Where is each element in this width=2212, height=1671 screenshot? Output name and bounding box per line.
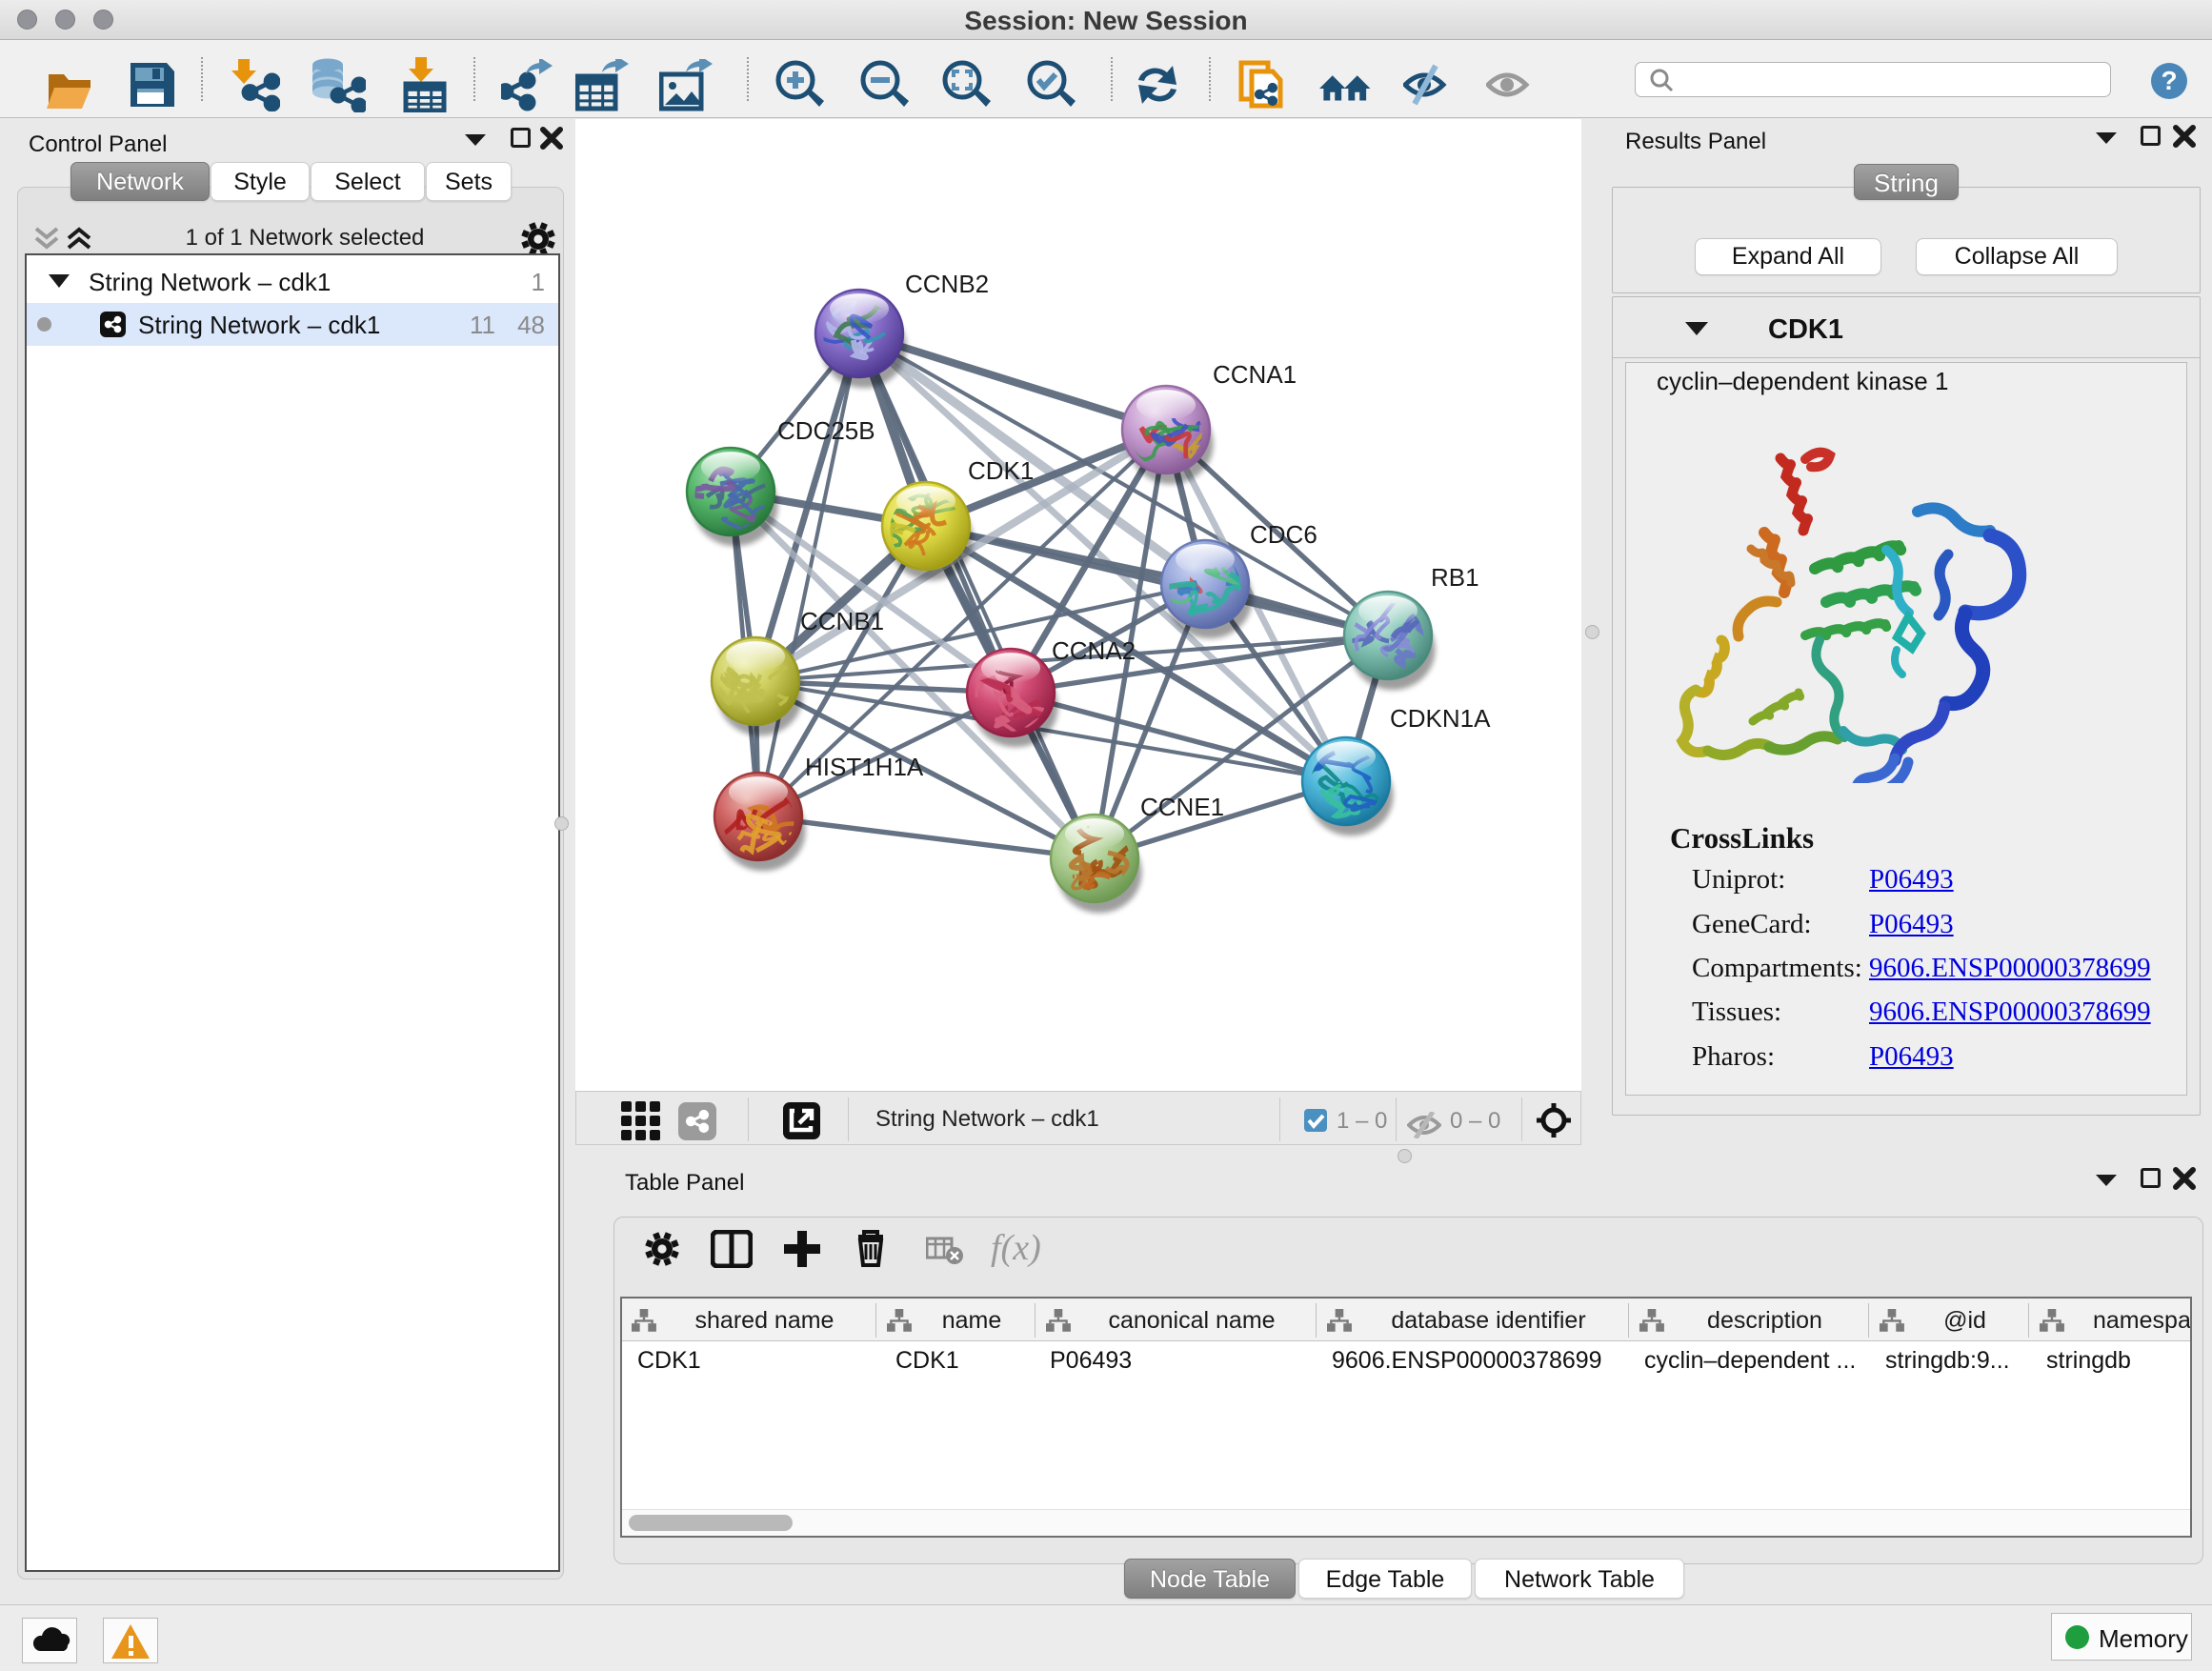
svg-text:HIST1H1A: HIST1H1A — [805, 753, 924, 781]
svg-text:CCNE1: CCNE1 — [1140, 793, 1224, 821]
svg-text:CCNA1: CCNA1 — [1213, 360, 1297, 389]
svg-text:CDK1: CDK1 — [968, 456, 1034, 485]
svg-text:CDKN1A: CDKN1A — [1390, 704, 1491, 733]
svg-text:CCNA2: CCNA2 — [1052, 636, 1136, 665]
svg-text:RB1: RB1 — [1431, 563, 1479, 592]
svg-text:?: ? — [2161, 66, 2177, 95]
svg-text:CDC25B: CDC25B — [777, 416, 875, 445]
svg-text:CCNB1: CCNB1 — [800, 607, 884, 635]
svg-text:CCNB2: CCNB2 — [905, 270, 989, 298]
svg-text:CDC6: CDC6 — [1250, 520, 1317, 549]
